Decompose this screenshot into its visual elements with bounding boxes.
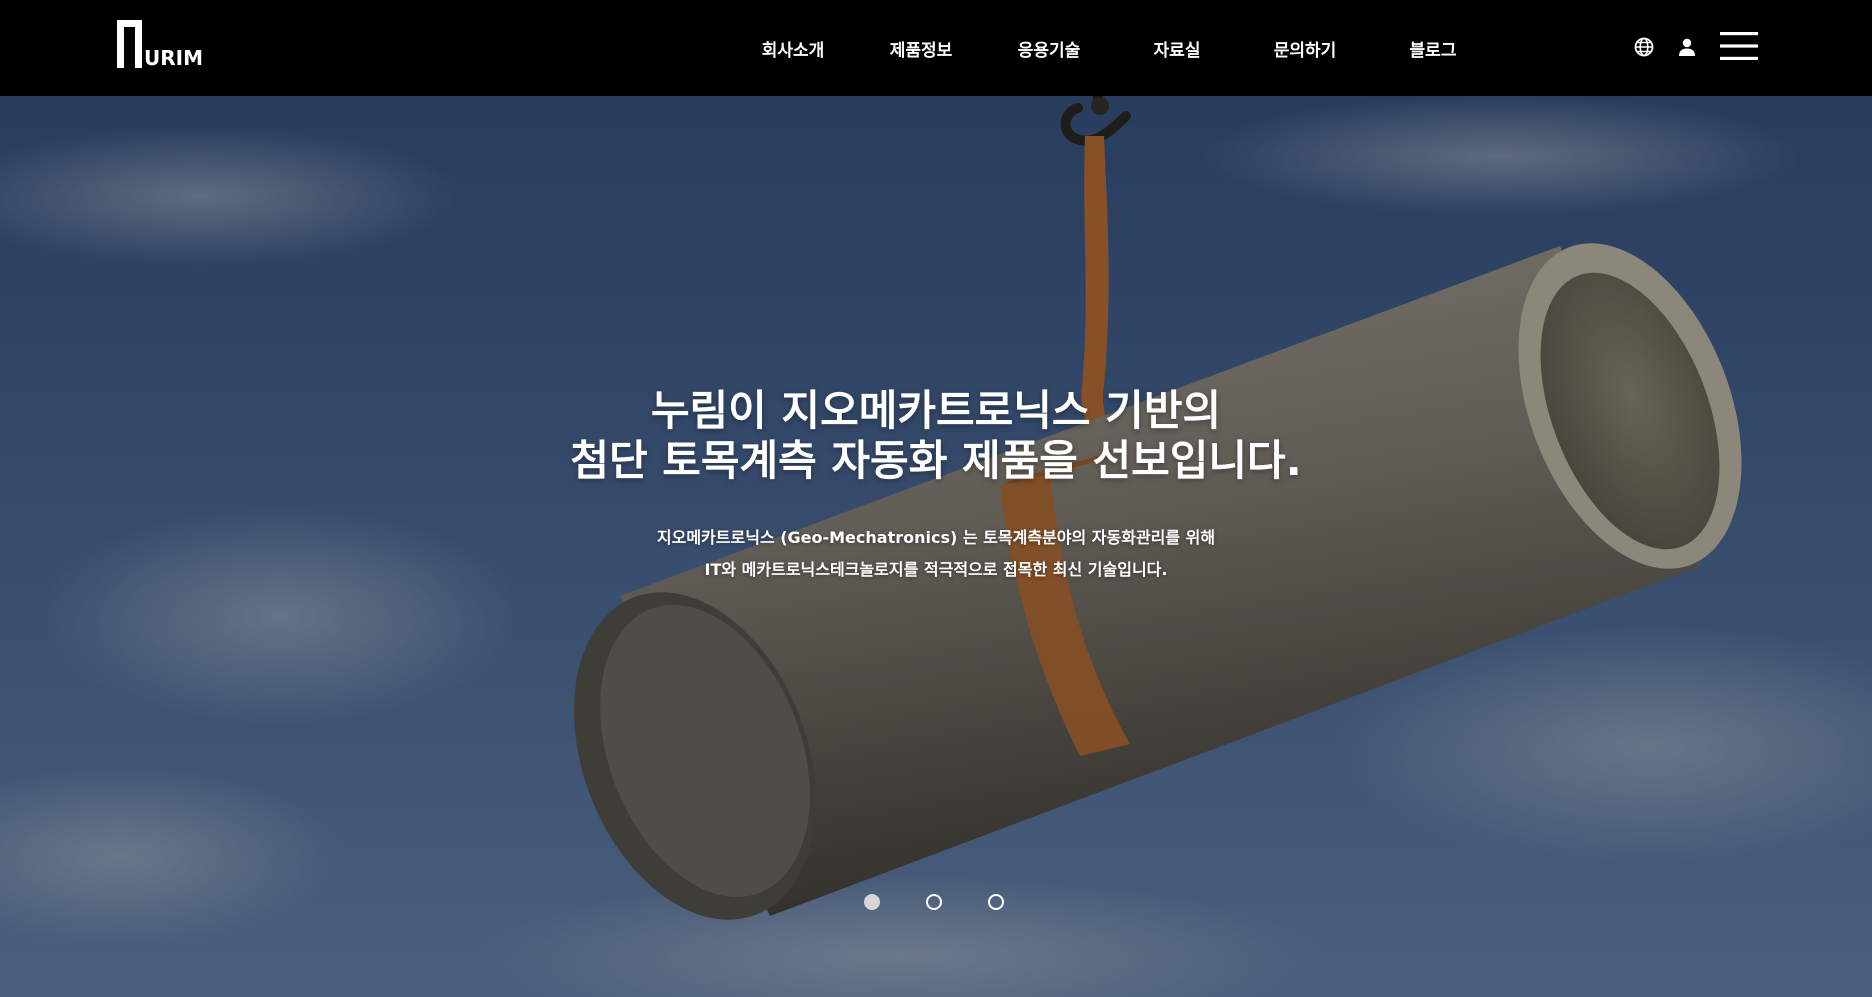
hero-subtitle-line-2: IT와 메카트로닉스테크놀로지를 적극적으로 접목한 최신 기술입니다.	[704, 560, 1168, 579]
hero-title-line-2: 첨단 토목계측 자동화 제품을 선보입니다.	[570, 436, 1302, 485]
nav-item-blog[interactable]: 블로그	[1410, 36, 1457, 61]
hero-subtitle-line-1: 지오메카트로닉스 (Geo-Mechatronics) 는 토목계측분야의 자동…	[656, 528, 1216, 547]
site-header: URIM 회사소개 제품정보 응용기술 자료실 문의하기 블로그	[0, 0, 1872, 96]
nav-item-contact[interactable]: 문의하기	[1274, 36, 1337, 61]
nav-item-products[interactable]: 제품정보	[890, 36, 953, 61]
main-nav: 회사소개 제품정보 응용기술 자료실 문의하기 블로그	[0, 0, 1872, 96]
user-icon[interactable]	[1677, 37, 1697, 57]
slider-pagination	[0, 894, 1872, 914]
slide-dot-2[interactable]	[926, 894, 942, 910]
nav-item-technology[interactable]: 응용기술	[1018, 36, 1081, 61]
slide-dot-1[interactable]	[864, 894, 880, 910]
hero-title-line-1: 누림이 지오메카트로닉스 기반의	[650, 386, 1222, 435]
hamburger-menu-icon[interactable]	[1720, 30, 1758, 62]
nav-item-resources[interactable]: 자료실	[1154, 36, 1201, 61]
globe-icon[interactable]	[1634, 37, 1654, 57]
slide-dot-3[interactable]	[988, 894, 1004, 910]
nav-item-company[interactable]: 회사소개	[762, 36, 825, 61]
hero-slider: 누림이 지오메카트로닉스 기반의 첨단 토목계측 자동화 제품을 선보입니다. …	[0, 96, 1872, 997]
